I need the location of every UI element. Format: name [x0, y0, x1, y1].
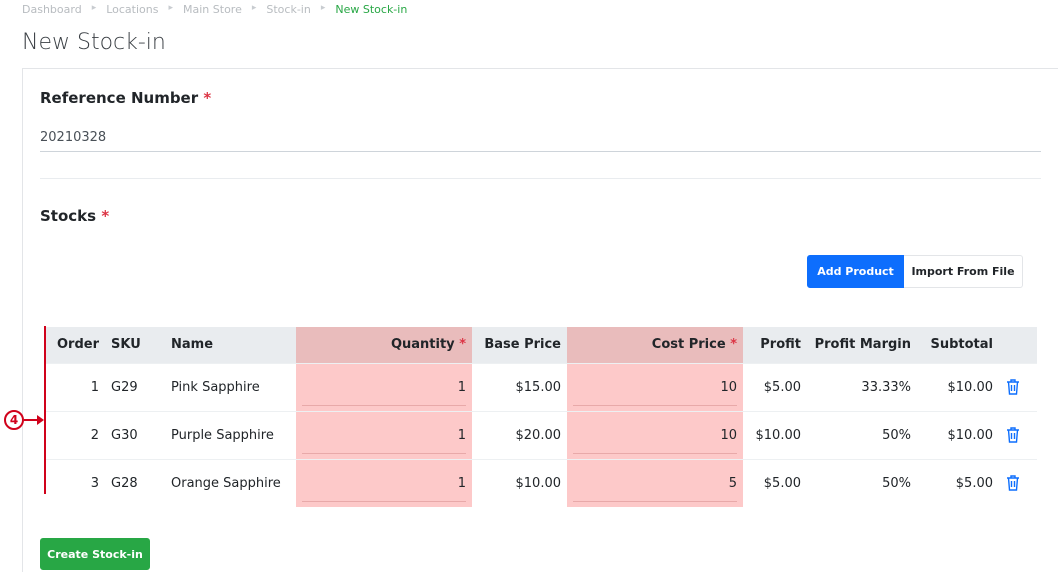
create-stock-in-button[interactable]: Create Stock-in: [40, 538, 150, 570]
cell-quantity: 1: [296, 458, 472, 507]
trash-icon[interactable]: [1005, 474, 1021, 492]
cell-subtotal: $10.00: [917, 362, 999, 411]
column-header-quantity: Quantity *: [296, 327, 472, 363]
quantity-input[interactable]: 1: [302, 368, 466, 406]
cell-subtotal: $5.00: [917, 458, 999, 507]
breadcrumb-dashboard[interactable]: Dashboard: [22, 3, 82, 16]
stocks-table: Order SKU Name Quantity * Base Price Cos…: [45, 327, 1037, 507]
breadcrumb-separator: ▸: [320, 3, 326, 13]
table-row: 2 G30 Purple Sapphire 1 $20.00 10 $10.00…: [45, 410, 1037, 459]
column-header-cost-price: Cost Price *: [567, 327, 743, 363]
trash-icon[interactable]: [1005, 378, 1021, 396]
import-from-file-button[interactable]: Import From File: [904, 255, 1023, 288]
table-row: 3 G28 Orange Sapphire 1 $10.00 5 $5.00 5…: [45, 458, 1037, 507]
cell-name: Orange Sapphire: [165, 458, 296, 507]
quantity-input[interactable]: 1: [302, 464, 466, 503]
cell-actions: [999, 410, 1037, 459]
stock-in-form-card: Reference Number * Stocks * Add Product …: [22, 68, 1058, 572]
table-header-row: Order SKU Name Quantity * Base Price Cos…: [45, 327, 1037, 363]
required-asterisk: *: [730, 337, 737, 353]
cost-price-input[interactable]: 10: [573, 416, 737, 454]
breadcrumb: Dashboard ▸ Locations ▸ Main Store ▸ Stock-…: [22, 3, 407, 16]
column-header-sku: SKU: [105, 327, 165, 363]
cost-price-input[interactable]: 10: [573, 368, 737, 406]
reference-number-input[interactable]: [40, 123, 1041, 152]
column-header-subtotal: Subtotal: [917, 327, 999, 363]
column-header-profit: Profit: [743, 327, 807, 363]
cell-subtotal: $10.00: [917, 410, 999, 459]
cell-profit: $5.00: [743, 362, 807, 411]
cell-cost-price: 5: [567, 458, 743, 507]
cell-sku: G30: [105, 410, 165, 459]
cell-profit: $10.00: [743, 410, 807, 459]
required-asterisk: *: [203, 89, 212, 107]
annotation-marker: 4: [4, 410, 24, 430]
product-action-buttons: Add Product Import From File: [807, 255, 1023, 288]
breadcrumb-main-store[interactable]: Main Store: [183, 3, 242, 16]
trash-icon[interactable]: [1005, 426, 1021, 444]
cell-order: 2: [45, 410, 105, 459]
cell-sku: G28: [105, 458, 165, 507]
cell-quantity: 1: [296, 410, 472, 459]
cell-cost-price: 10: [567, 410, 743, 459]
cell-name: Purple Sapphire: [165, 410, 296, 459]
table-row: 1 G29 Pink Sapphire 1 $15.00 10 $5.00 33…: [45, 362, 1037, 411]
cell-profit: $5.00: [743, 458, 807, 507]
cell-order: 1: [45, 362, 105, 411]
stocks-label-text: Stocks: [40, 207, 97, 225]
page-title: New Stock-in: [22, 30, 166, 55]
annotation-bracket-line: [44, 326, 46, 494]
breadcrumb-stock-in[interactable]: Stock-in: [266, 3, 310, 16]
column-header-cost-price-text: Cost Price: [651, 337, 726, 353]
breadcrumb-current: New Stock-in: [335, 3, 408, 16]
cell-quantity: 1: [296, 362, 472, 411]
column-header-order: Order: [45, 327, 105, 363]
add-product-button[interactable]: Add Product: [807, 255, 904, 288]
column-header-actions: [999, 327, 1037, 363]
cell-base-price: $20.00: [472, 410, 567, 459]
breadcrumb-separator: ▸: [91, 3, 97, 13]
cell-profit-margin: 50%: [807, 458, 917, 507]
cell-sku: G29: [105, 362, 165, 411]
column-header-name: Name: [165, 327, 296, 363]
section-divider: [40, 178, 1041, 179]
stocks-label: Stocks *: [40, 207, 109, 225]
cost-price-input[interactable]: 5: [573, 464, 737, 503]
cell-actions: [999, 362, 1037, 411]
breadcrumb-separator: ▸: [251, 3, 257, 13]
column-header-base-price: Base Price: [472, 327, 567, 363]
required-asterisk: *: [459, 337, 466, 353]
cell-profit-margin: 50%: [807, 410, 917, 459]
cell-profit-margin: 33.33%: [807, 362, 917, 411]
reference-number-label: Reference Number *: [40, 89, 211, 107]
cell-base-price: $15.00: [472, 362, 567, 411]
column-header-quantity-text: Quantity: [390, 337, 455, 353]
reference-number-label-text: Reference Number: [40, 89, 199, 107]
column-header-profit-margin: Profit Margin: [807, 327, 917, 363]
annotation-arrowhead: [37, 415, 44, 425]
cell-name: Pink Sapphire: [165, 362, 296, 411]
cell-order: 3: [45, 458, 105, 507]
cell-cost-price: 10: [567, 362, 743, 411]
breadcrumb-locations[interactable]: Locations: [106, 3, 158, 16]
cell-base-price: $10.00: [472, 458, 567, 507]
breadcrumb-separator: ▸: [168, 3, 174, 13]
quantity-input[interactable]: 1: [302, 416, 466, 454]
required-asterisk: *: [101, 207, 110, 225]
cell-actions: [999, 458, 1037, 507]
